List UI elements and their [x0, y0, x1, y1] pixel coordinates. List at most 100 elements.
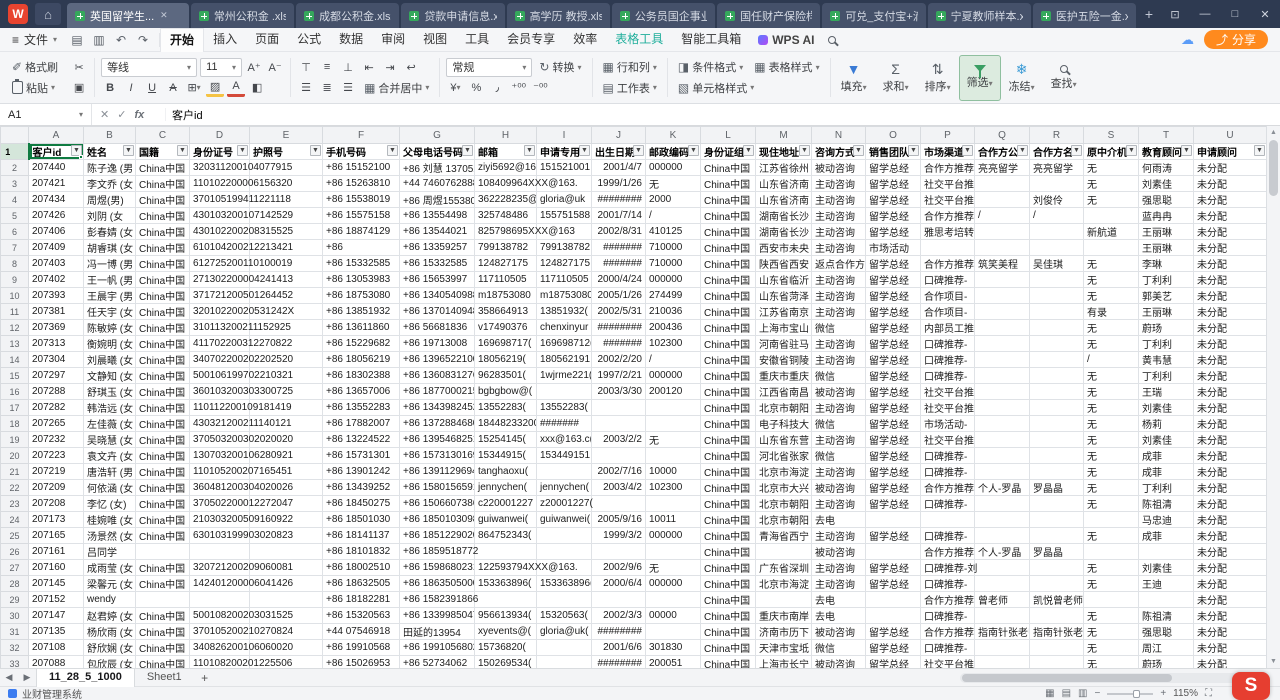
save-icon[interactable]: ▤	[67, 33, 87, 47]
cell[interactable]: China中国	[701, 400, 756, 416]
cell[interactable]	[1030, 496, 1084, 512]
increase-font-button[interactable]: A⁺	[245, 58, 263, 76]
cell[interactable]: China中国	[701, 544, 756, 560]
cell[interactable]: +86 1598680231	[400, 560, 475, 576]
cell[interactable]: 358664913	[475, 304, 537, 320]
cell[interactable]: 2000/6/4	[592, 576, 646, 592]
cell[interactable]: China中国	[701, 288, 756, 304]
cell[interactable]: 未分配	[1194, 352, 1267, 368]
cell[interactable]: 江苏省南京	[756, 304, 812, 320]
cell[interactable]: 留学总经	[866, 176, 921, 192]
cell[interactable]: 丁利利	[1139, 368, 1194, 384]
cell[interactable]: 天津市宝坻	[756, 640, 812, 656]
cell[interactable]: 陈祖清	[1139, 608, 1194, 624]
row-header-13[interactable]: 13	[1, 336, 29, 352]
cell[interactable]: 2003/4/2	[592, 480, 646, 496]
cell[interactable]: 210303200509160922	[190, 512, 250, 528]
cell[interactable]: 207161	[29, 544, 84, 560]
cell[interactable]	[1030, 528, 1084, 544]
cell[interactable]: 个人-罗晶	[975, 480, 1030, 496]
cell[interactable]: 口碑推荐-	[921, 640, 975, 656]
cell[interactable]: 未分配	[1194, 496, 1267, 512]
cell[interactable]: 2003/3/30	[592, 384, 646, 400]
cell[interactable]: +86 1859518772	[400, 544, 475, 560]
cell[interactable]: 湖南省长沙	[756, 208, 812, 224]
cell[interactable]: 北京市朝阳	[756, 496, 812, 512]
vertical-scrollbar-thumb[interactable]	[1269, 140, 1278, 196]
cell[interactable]: 山东省东营	[756, 432, 812, 448]
cell[interactable]	[537, 640, 592, 656]
cell[interactable]: 325748486	[475, 208, 537, 224]
cell[interactable]: 110102200006156320	[190, 176, 250, 192]
underline-button[interactable]: U	[143, 79, 161, 97]
filter-header-cell[interactable]: 现住地址▼	[756, 144, 812, 160]
cell[interactable]	[1030, 608, 1084, 624]
cell[interactable]: +86 13554498	[400, 208, 475, 224]
cell[interactable]: 吴佳琪	[1030, 256, 1084, 272]
cell[interactable]: +86 15152100	[323, 160, 400, 176]
cell[interactable]: +86 13552283	[323, 400, 400, 416]
cell[interactable]	[975, 224, 1030, 240]
cell[interactable]: 主动咨询	[812, 336, 866, 352]
cell[interactable]: China中国	[136, 640, 190, 656]
cell[interactable]: China中国	[701, 432, 756, 448]
cell[interactable]: 留学总经	[866, 272, 921, 288]
cell[interactable]	[646, 496, 701, 512]
cell[interactable]: 117110505	[537, 272, 592, 288]
cell[interactable]: 13851932(	[537, 304, 592, 320]
decrease-indent-icon[interactable]: ⇤	[360, 58, 378, 76]
fill-handle[interactable]	[79, 155, 83, 159]
column-header-A[interactable]: A	[29, 127, 84, 144]
cell[interactable]: 207165	[29, 528, 84, 544]
filter-dropdown-icon[interactable]: ▼	[908, 145, 919, 156]
filter-header-cell[interactable]: 申请专用▼	[537, 144, 592, 160]
cell[interactable]: China中国	[136, 176, 190, 192]
cell[interactable]: guiwanwei(	[475, 512, 537, 528]
cell[interactable]: 102300	[646, 480, 701, 496]
cell[interactable]: China中国	[136, 432, 190, 448]
cell[interactable]: 207160	[29, 560, 84, 576]
cell[interactable]: 无	[1084, 416, 1139, 432]
cell[interactable]: 主动咨询	[812, 240, 866, 256]
cell[interactable]: China中国	[136, 512, 190, 528]
cell[interactable]: m18753080	[475, 288, 537, 304]
cell[interactable]	[250, 544, 323, 560]
cell[interactable]: 无	[1084, 608, 1139, 624]
cell[interactable]: 电子科技大	[756, 416, 812, 432]
cell[interactable]: China中国	[136, 624, 190, 640]
cell[interactable]: 河北省张家	[756, 448, 812, 464]
number-format-select[interactable]: 常规▾	[446, 58, 532, 77]
cell[interactable]: 安徽省铜陵	[756, 352, 812, 368]
filter-dropdown-icon[interactable]: ▼	[962, 145, 973, 156]
cell[interactable]: China中国	[136, 208, 190, 224]
cell[interactable]: 被动咨询	[812, 544, 866, 560]
zoom-level[interactable]: 115%	[1173, 688, 1198, 699]
wps-ai-button[interactable]: WPS AI	[750, 33, 822, 47]
cell[interactable]	[592, 496, 646, 512]
cell[interactable]: 留学总经	[866, 448, 921, 464]
cell[interactable]: 主动咨询	[812, 352, 866, 368]
menu-tab-表格工具[interactable]: 表格工具	[606, 28, 672, 52]
cell[interactable]: 110105200207165451	[190, 464, 250, 480]
cell[interactable]: 陈子逸 (男	[84, 160, 136, 176]
cell[interactable]: ########	[592, 656, 646, 669]
cell[interactable]: 合作方推荐	[921, 160, 975, 176]
cell[interactable]: 未分配	[1194, 240, 1267, 256]
column-header-G[interactable]: G	[400, 127, 475, 144]
increase-indent-icon[interactable]: ⇥	[381, 58, 399, 76]
cell[interactable]: +86 17882007	[323, 416, 400, 432]
menu-tab-插入[interactable]: 插入	[204, 28, 246, 52]
document-tab[interactable]: 医护五险一金.xlsx	[1033, 3, 1136, 28]
cell[interactable]: 社交平台推	[921, 384, 975, 400]
cell[interactable]: 被动咨询	[812, 480, 866, 496]
cell[interactable]: 丁利利	[1139, 272, 1194, 288]
cell[interactable]: 留学总经	[866, 576, 921, 592]
document-tab[interactable]: 高学历 教授.xlsx	[507, 3, 610, 28]
cell[interactable]: 包欣辰 (女	[84, 656, 136, 669]
cell[interactable]: China中国	[136, 480, 190, 496]
conditional-format-button[interactable]: ◨条件格式▾	[674, 58, 747, 76]
cell[interactable]: 唐浩轩 (男	[84, 464, 136, 480]
wrap-text-icon[interactable]: ↩	[402, 58, 420, 76]
cell[interactable]	[1030, 368, 1084, 384]
cell[interactable]: 胡睿琪 (女	[84, 240, 136, 256]
